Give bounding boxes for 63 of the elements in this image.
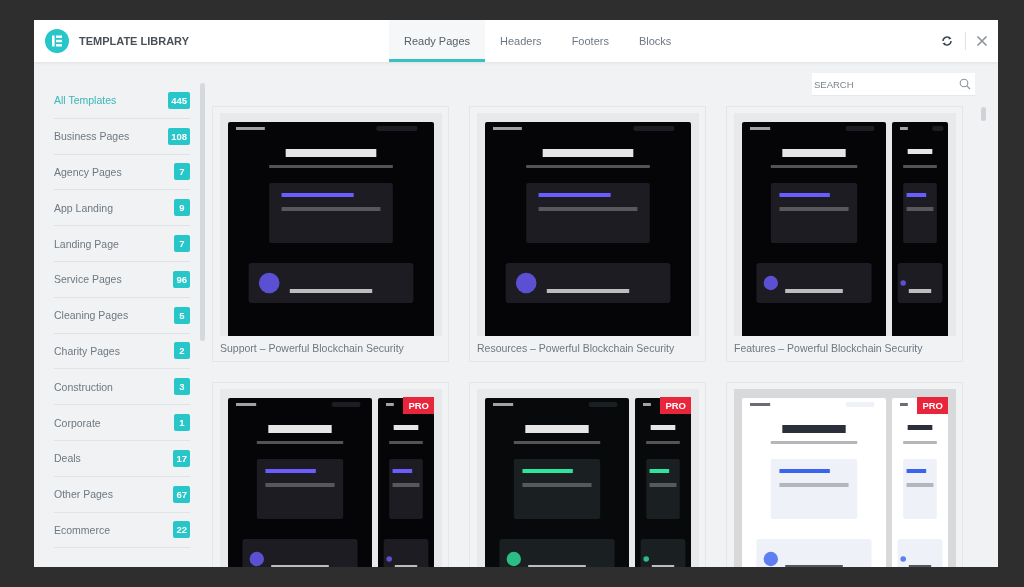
category-label: App Landing bbox=[54, 201, 113, 214]
category-item[interactable]: Corporate 1 bbox=[54, 405, 190, 441]
category-label: Construction bbox=[54, 380, 113, 393]
category-label: Agency Pages bbox=[54, 166, 122, 178]
search-field[interactable]: SEARCH bbox=[812, 73, 975, 96]
template-title: Resources – Powerful Blockchain Security bbox=[477, 342, 676, 354]
close-icon[interactable] bbox=[976, 35, 988, 47]
template-title: Support – Powerful Blockchain Security bbox=[220, 342, 405, 354]
tab[interactable]: Headers bbox=[485, 20, 557, 62]
category-item[interactable]: Ecommerce 22 bbox=[54, 512, 190, 549]
category-label: Cleaning Pages bbox=[54, 309, 129, 322]
pro-badge: PRO bbox=[917, 397, 948, 414]
template-card[interactable]: PRO bbox=[212, 382, 449, 567]
category-item[interactable]: Business Pages 108 bbox=[54, 118, 190, 155]
count-badge: 67 bbox=[173, 485, 190, 503]
category-label: Charity Pages bbox=[54, 344, 120, 357]
count-badge: 22 bbox=[173, 521, 190, 539]
category-label: Corporate bbox=[54, 416, 101, 429]
category-label: Service Pages bbox=[54, 273, 122, 286]
category-label: All Templates bbox=[54, 94, 117, 107]
sync-icon[interactable] bbox=[941, 35, 953, 47]
tab[interactable]: Ready Pages bbox=[389, 20, 486, 62]
template-card[interactable]: PRO bbox=[469, 382, 706, 567]
count-badge: 7 bbox=[174, 235, 190, 253]
category-item[interactable]: Deals 17 bbox=[54, 440, 190, 477]
category-label: Business Pages bbox=[54, 130, 130, 143]
count-badge: 108 bbox=[168, 127, 190, 145]
category-item[interactable]: App Landing 9 bbox=[54, 190, 190, 227]
template-card[interactable]: PRO bbox=[726, 382, 963, 567]
count-badge: 3 bbox=[174, 378, 190, 396]
category-item[interactable]: Service Pages 96 bbox=[54, 262, 190, 298]
category-item[interactable]: Charity Pages 2 bbox=[54, 333, 190, 370]
pro-badge: PRO bbox=[403, 397, 434, 414]
window-title: TEMPLATE LIBRARY bbox=[79, 35, 190, 47]
count-badge: 96 bbox=[173, 270, 190, 288]
category-item[interactable]: Cleaning Pages 5 bbox=[54, 297, 190, 334]
category-item[interactable]: Agency Pages 7 bbox=[54, 154, 190, 191]
count-badge: 445 bbox=[168, 91, 190, 109]
search-icon[interactable] bbox=[959, 78, 971, 90]
pro-badge: PRO bbox=[660, 397, 691, 414]
template-card[interactable]: Features – Powerful Blockchain Security bbox=[726, 106, 963, 362]
category-item[interactable]: All Templates 445 bbox=[54, 83, 190, 119]
template-card[interactable]: Resources – Powerful Blockchain Security bbox=[469, 106, 706, 362]
category-label: Other Pages bbox=[54, 488, 113, 501]
template-title: Features – Powerful Blockchain Security bbox=[734, 342, 924, 354]
category-label: Landing Page bbox=[54, 237, 119, 250]
template-card[interactable]: Support – Powerful Blockchain Security bbox=[212, 106, 449, 362]
count-badge: 5 bbox=[174, 306, 190, 324]
scrollbar[interactable] bbox=[200, 83, 205, 341]
category-item[interactable]: Other Pages 67 bbox=[54, 476, 190, 513]
count-badge: 1 bbox=[174, 414, 190, 432]
category-label: Ecommerce bbox=[54, 523, 110, 536]
tab[interactable]: Blocks bbox=[623, 20, 687, 62]
count-badge: 7 bbox=[174, 163, 190, 181]
logo-icon bbox=[45, 29, 69, 53]
category-label: Deals bbox=[54, 452, 81, 465]
count-badge: 2 bbox=[174, 342, 190, 360]
scrollbar[interactable] bbox=[981, 107, 986, 121]
category-item[interactable]: Construction 3 bbox=[54, 369, 190, 406]
count-badge: 9 bbox=[174, 199, 190, 217]
tab[interactable]: Footers bbox=[556, 20, 624, 62]
count-badge: 17 bbox=[173, 449, 190, 467]
category-item[interactable]: Landing Page 7 bbox=[54, 226, 190, 262]
